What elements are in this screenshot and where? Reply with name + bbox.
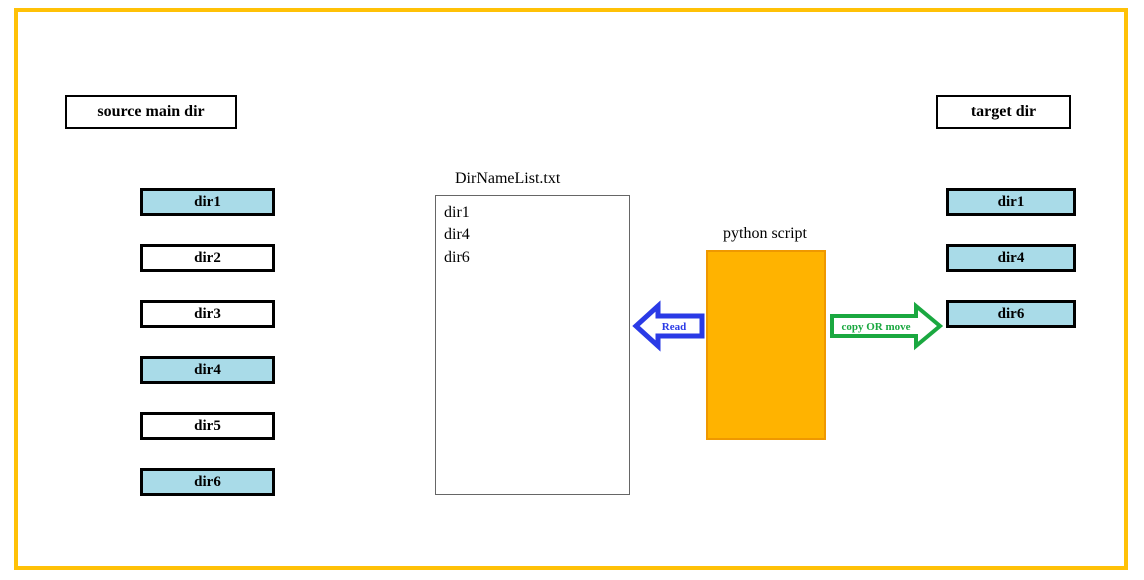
file-name-text: DirNameList.txt bbox=[455, 170, 560, 187]
target-dir-name: dir4 bbox=[998, 250, 1025, 267]
diagram-canvas: source main dir target dir dir1 dir2 dir3 d… bbox=[0, 0, 1144, 580]
target-dir-name: dir6 bbox=[998, 306, 1025, 323]
source-dir-box: dir1 bbox=[140, 188, 275, 216]
source-dir-box: dir3 bbox=[140, 300, 275, 328]
target-dir-box: dir6 bbox=[946, 300, 1076, 328]
file-line: dir1 bbox=[444, 202, 621, 224]
file-line: dir6 bbox=[444, 247, 621, 269]
script-box bbox=[706, 250, 826, 440]
source-dir-name: dir2 bbox=[194, 250, 221, 267]
read-arrow-icon: Read bbox=[636, 300, 706, 352]
file-name-label: DirNameList.txt bbox=[455, 170, 560, 188]
target-dir-label: target dir bbox=[936, 95, 1071, 129]
source-dir-box: dir2 bbox=[140, 244, 275, 272]
file-line: dir4 bbox=[444, 224, 621, 246]
source-dir-box: dir4 bbox=[140, 356, 275, 384]
source-dir-name: dir1 bbox=[194, 194, 221, 211]
source-dir-name: dir5 bbox=[194, 418, 221, 435]
script-label-text: python script bbox=[723, 225, 807, 242]
target-dir-label-text: target dir bbox=[971, 103, 1036, 121]
target-dir-box: dir1 bbox=[946, 188, 1076, 216]
file-box: dir1dir4dir6 bbox=[435, 195, 630, 495]
target-dir-name: dir1 bbox=[998, 194, 1025, 211]
source-dir-label: source main dir bbox=[65, 95, 237, 129]
source-dir-box: dir5 bbox=[140, 412, 275, 440]
target-dir-box: dir4 bbox=[946, 244, 1076, 272]
source-dir-label-text: source main dir bbox=[97, 103, 204, 121]
copy-arrow-icon: copy OR move bbox=[832, 300, 942, 352]
source-dir-name: dir4 bbox=[194, 362, 221, 379]
script-label: python script bbox=[710, 225, 820, 243]
source-dir-name: dir3 bbox=[194, 306, 221, 323]
source-dir-box: dir6 bbox=[140, 468, 275, 496]
source-dir-name: dir6 bbox=[194, 474, 221, 491]
